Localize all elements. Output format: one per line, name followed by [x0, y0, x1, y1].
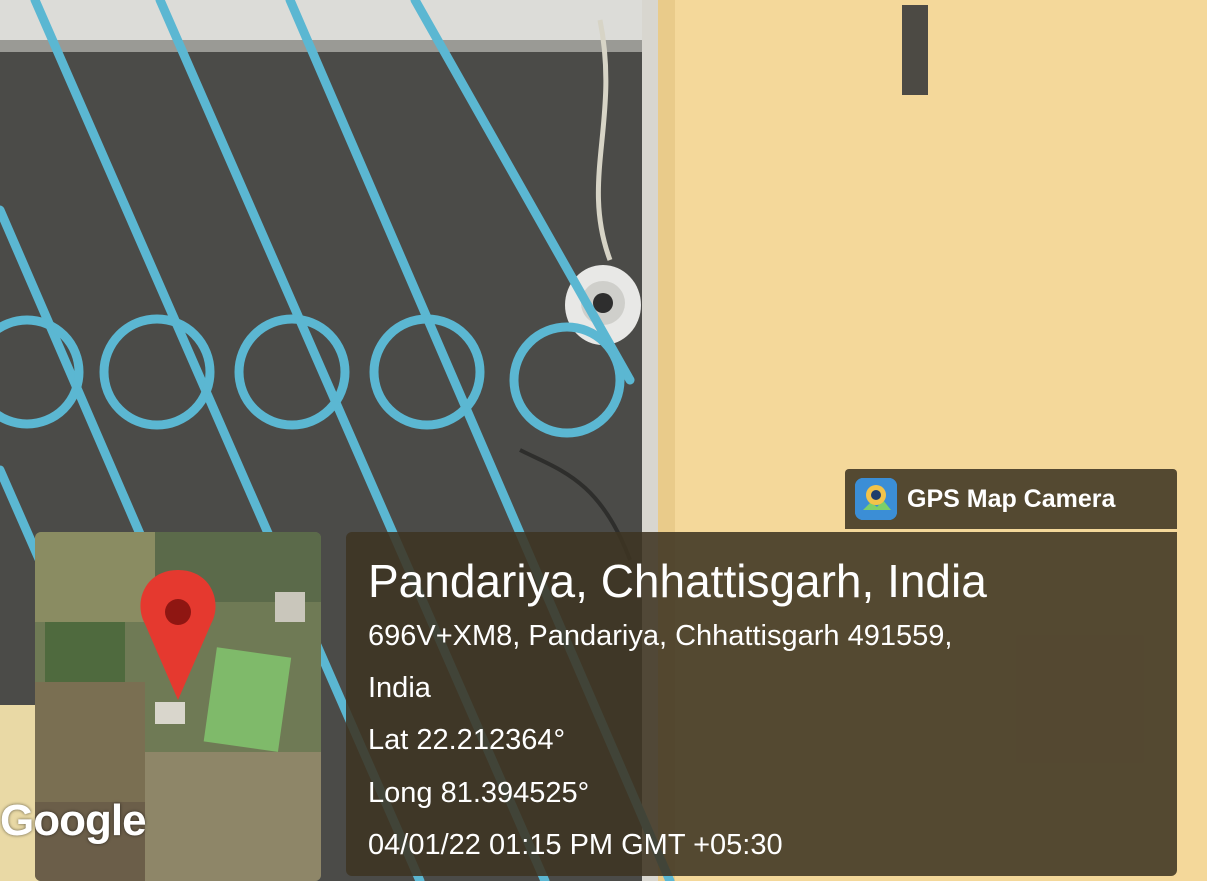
- latitude-text: Lat 22.212364°: [368, 724, 566, 756]
- longitude-text: Long 81.394525°: [368, 777, 590, 809]
- geotagged-photo: GPS Map Camera Google Pandariya, Chhatti…: [0, 0, 1207, 881]
- address-line-2: India: [368, 672, 431, 704]
- google-attribution: Google: [0, 796, 147, 845]
- place-title: Pandariya, Chhattisgarh, India: [368, 555, 987, 607]
- location-info-panel: Pandariya, Chhattisgarh, India 696V+XM8,…: [346, 532, 1177, 876]
- app-brand-label: GPS Map Camera: [907, 485, 1116, 513]
- gps-map-camera-logo-icon: [855, 478, 897, 520]
- address-line-1: 696V+XM8, Pandariya, Chhattisgarh 491559…: [368, 620, 953, 652]
- gps-map-camera-badge: GPS Map Camera: [845, 469, 1177, 529]
- datetime-text: 04/01/22 01:15 PM GMT +05:30: [368, 829, 783, 861]
